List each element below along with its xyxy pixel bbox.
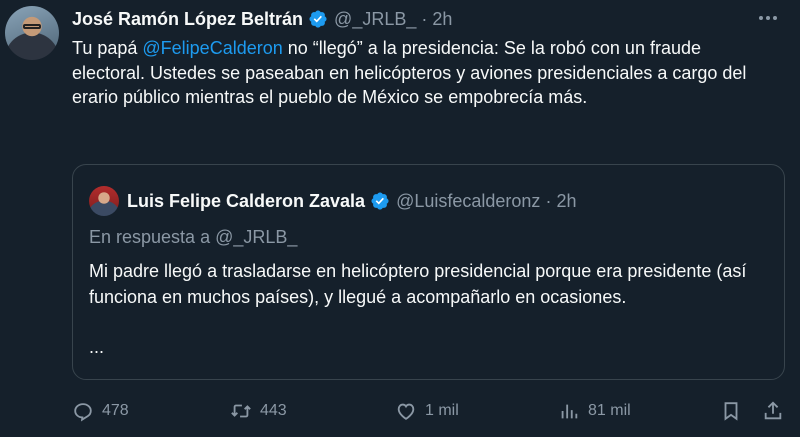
like-icon <box>397 403 415 420</box>
mention-link[interactable]: @FelipeCalderon <box>142 38 282 58</box>
separator-dot: · <box>545 190 552 211</box>
like-button[interactable]: 1 mil <box>395 396 459 426</box>
verified-badge-icon <box>371 192 389 210</box>
author-handle[interactable]: @_JRLB_ <box>334 9 416 30</box>
bookmark-icon <box>724 402 738 421</box>
quoted-author-avatar[interactable] <box>89 186 119 216</box>
bookmark-button[interactable] <box>720 396 742 426</box>
more-icon[interactable] <box>756 8 780 28</box>
reply-button[interactable]: 478 <box>72 396 129 426</box>
quoted-author-name[interactable]: Luis Felipe Calderon Zavala <box>127 191 365 212</box>
views-button[interactable]: 81 mil <box>558 396 631 426</box>
views-icon <box>561 404 578 419</box>
verified-badge-icon <box>309 10 327 28</box>
quoted-tweet-text: Mi padre llegó a trasladarse en helicópt… <box>89 261 747 307</box>
avatar-glasses <box>23 24 41 29</box>
retweet-button[interactable]: 443 <box>230 396 287 426</box>
views-count: 81 mil <box>588 402 631 419</box>
separator-dot: · <box>421 8 428 29</box>
reply-icon <box>74 403 92 422</box>
tweet-time[interactable]: 2h <box>432 9 452 30</box>
reply-to-label: En respuesta a @_JRLB_ <box>89 227 298 247</box>
retweet-icon <box>231 404 251 418</box>
reply-count: 478 <box>102 402 129 419</box>
author-avatar[interactable] <box>5 6 59 60</box>
tweet-text-part: Tu papá <box>72 38 143 58</box>
tweet-text: Tu papá @FelipeCalderon no “llegó” a la … <box>72 36 772 110</box>
share-button[interactable] <box>762 396 784 426</box>
author-name[interactable]: José Ramón López Beltrán <box>72 9 303 30</box>
like-count: 1 mil <box>425 402 459 419</box>
quoted-tweet-time[interactable]: 2h <box>556 191 576 212</box>
share-icon <box>764 401 782 420</box>
tweet-header: José Ramón López Beltrán @_JRLB_ · 2h <box>72 6 452 32</box>
quoted-tweet[interactable]: Luis Felipe Calderon Zavala @Luisfecalde… <box>72 164 785 380</box>
retweet-count: 443 <box>260 402 287 419</box>
quoted-tweet-header: Luis Felipe Calderon Zavala @Luisfecalde… <box>127 188 576 214</box>
quoted-author-handle[interactable]: @Luisfecalderonz <box>396 191 540 212</box>
action-bar: 478 443 1 mil 81 mil <box>72 396 788 426</box>
quoted-tweet-ellipsis: ... <box>89 337 105 357</box>
